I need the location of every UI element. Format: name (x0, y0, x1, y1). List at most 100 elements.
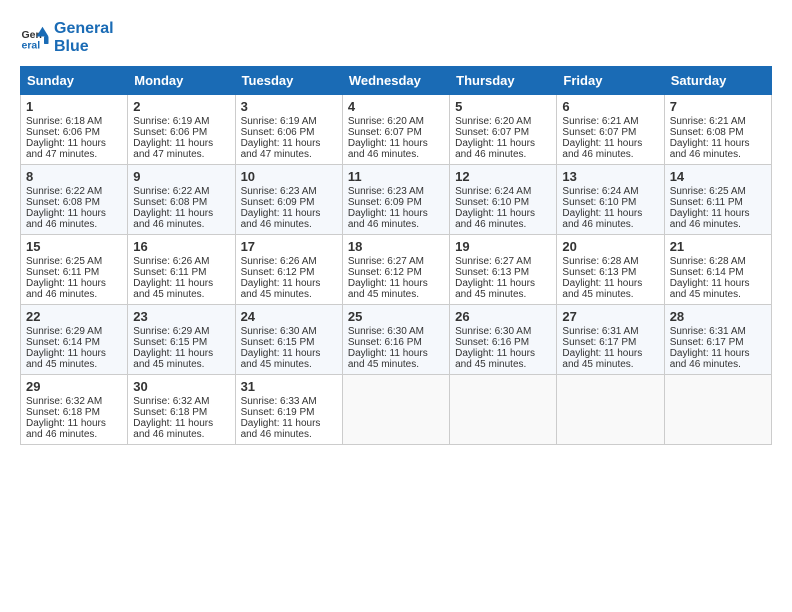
daylight-text: Daylight: 11 hours and 46 minutes. (670, 138, 750, 160)
calendar-cell: 10Sunrise: 6:23 AMSunset: 6:09 PMDayligh… (235, 165, 342, 235)
sunset-text: Sunset: 6:12 PM (241, 267, 315, 278)
logo-text-line1: General (54, 20, 114, 38)
daylight-text: Daylight: 11 hours and 46 minutes. (26, 418, 106, 440)
day-number: 8 (26, 169, 122, 184)
sunrise-text: Sunrise: 6:19 AM (133, 116, 209, 127)
sunset-text: Sunset: 6:06 PM (241, 127, 315, 138)
logo: Gen eral General Blue (20, 20, 114, 56)
day-number: 6 (562, 99, 658, 114)
calendar-cell: 9Sunrise: 6:22 AMSunset: 6:08 PMDaylight… (128, 165, 235, 235)
sunrise-text: Sunrise: 6:28 AM (670, 256, 746, 267)
daylight-text: Daylight: 11 hours and 46 minutes. (455, 208, 535, 230)
calendar-cell: 20Sunrise: 6:28 AMSunset: 6:13 PMDayligh… (557, 235, 664, 305)
day-number: 7 (670, 99, 766, 114)
sunrise-text: Sunrise: 6:28 AM (562, 256, 638, 267)
sunrise-text: Sunrise: 6:20 AM (455, 116, 531, 127)
sunset-text: Sunset: 6:07 PM (455, 127, 529, 138)
calendar-cell: 16Sunrise: 6:26 AMSunset: 6:11 PMDayligh… (128, 235, 235, 305)
sunset-text: Sunset: 6:15 PM (241, 337, 315, 348)
sunset-text: Sunset: 6:09 PM (241, 197, 315, 208)
sunrise-text: Sunrise: 6:25 AM (670, 186, 746, 197)
calendar-cell: 7 Sunrise: 6:21 AMSunset: 6:08 PMDaylight… (664, 95, 771, 165)
sunrise-text: Sunrise: 6:26 AM (133, 256, 209, 267)
calendar-cell (557, 375, 664, 445)
calendar-cell: 14Sunrise: 6:25 AMSunset: 6:11 PMDayligh… (664, 165, 771, 235)
sunrise-text: Sunrise: 6:26 AM (241, 256, 317, 267)
day-number: 28 (670, 309, 766, 324)
calendar-table: Sunday Monday Tuesday Wednesday Thursday… (20, 66, 772, 445)
calendar-week-row: 8Sunrise: 6:22 AMSunset: 6:08 PMDaylight… (21, 165, 772, 235)
day-number: 2 (133, 99, 229, 114)
daylight-text: Daylight: 11 hours and 45 minutes. (26, 348, 106, 370)
calendar-cell: 17Sunrise: 6:26 AMSunset: 6:12 PMDayligh… (235, 235, 342, 305)
calendar-cell (450, 375, 557, 445)
sunset-text: Sunset: 6:13 PM (562, 267, 636, 278)
day-number: 10 (241, 169, 337, 184)
sunset-text: Sunset: 6:16 PM (348, 337, 422, 348)
daylight-text: Daylight: 11 hours and 45 minutes. (133, 278, 213, 300)
sunset-text: Sunset: 6:07 PM (562, 127, 636, 138)
sunrise-text: Sunrise: 6:32 AM (26, 396, 102, 407)
daylight-text: Daylight: 11 hours and 45 minutes. (455, 278, 535, 300)
sunrise-text: Sunrise: 6:22 AM (133, 186, 209, 197)
col-sunday: Sunday (21, 67, 128, 95)
day-number: 3 (241, 99, 337, 114)
day-number: 1 (26, 99, 122, 114)
sunrise-text: Sunrise: 6:32 AM (133, 396, 209, 407)
daylight-text: Daylight: 11 hours and 47 minutes. (241, 138, 321, 160)
day-number: 24 (241, 309, 337, 324)
sunrise-text: Sunrise: 6:18 AM (26, 116, 102, 127)
calendar-cell: 19Sunrise: 6:27 AMSunset: 6:13 PMDayligh… (450, 235, 557, 305)
sunset-text: Sunset: 6:08 PM (670, 127, 744, 138)
day-number: 4 (348, 99, 444, 114)
svg-text:eral: eral (22, 40, 41, 52)
sunrise-text: Sunrise: 6:21 AM (562, 116, 638, 127)
day-number: 25 (348, 309, 444, 324)
daylight-text: Daylight: 11 hours and 46 minutes. (26, 278, 106, 300)
day-number: 27 (562, 309, 658, 324)
sunset-text: Sunset: 6:18 PM (26, 407, 100, 418)
calendar-cell: 8Sunrise: 6:22 AMSunset: 6:08 PMDaylight… (21, 165, 128, 235)
daylight-text: Daylight: 11 hours and 45 minutes. (348, 348, 428, 370)
calendar-cell: 23Sunrise: 6:29 AMSunset: 6:15 PMDayligh… (128, 305, 235, 375)
col-tuesday: Tuesday (235, 67, 342, 95)
calendar-header-row: Sunday Monday Tuesday Wednesday Thursday… (21, 67, 772, 95)
col-thursday: Thursday (450, 67, 557, 95)
calendar-cell: 5Sunrise: 6:20 AMSunset: 6:07 PMDaylight… (450, 95, 557, 165)
calendar-cell: 31Sunrise: 6:33 AMSunset: 6:19 PMDayligh… (235, 375, 342, 445)
daylight-text: Daylight: 11 hours and 46 minutes. (241, 418, 321, 440)
daylight-text: Daylight: 11 hours and 46 minutes. (348, 138, 428, 160)
daylight-text: Daylight: 11 hours and 45 minutes. (670, 278, 750, 300)
daylight-text: Daylight: 11 hours and 45 minutes. (241, 278, 321, 300)
daylight-text: Daylight: 11 hours and 45 minutes. (562, 348, 642, 370)
calendar-cell: 24Sunrise: 6:30 AMSunset: 6:15 PMDayligh… (235, 305, 342, 375)
calendar-cell (664, 375, 771, 445)
sunrise-text: Sunrise: 6:19 AM (241, 116, 317, 127)
sunset-text: Sunset: 6:14 PM (26, 337, 100, 348)
daylight-text: Daylight: 11 hours and 46 minutes. (348, 208, 428, 230)
sunrise-text: Sunrise: 6:25 AM (26, 256, 102, 267)
daylight-text: Daylight: 11 hours and 47 minutes. (26, 138, 106, 160)
sunrise-text: Sunrise: 6:27 AM (455, 256, 531, 267)
sunrise-text: Sunrise: 6:29 AM (26, 326, 102, 337)
day-number: 19 (455, 239, 551, 254)
sunrise-text: Sunrise: 6:21 AM (670, 116, 746, 127)
col-wednesday: Wednesday (342, 67, 449, 95)
col-monday: Monday (128, 67, 235, 95)
sunset-text: Sunset: 6:11 PM (26, 267, 99, 278)
sunrise-text: Sunrise: 6:30 AM (241, 326, 317, 337)
calendar-cell: 12Sunrise: 6:24 AMSunset: 6:10 PMDayligh… (450, 165, 557, 235)
sunset-text: Sunset: 6:14 PM (670, 267, 744, 278)
day-number: 18 (348, 239, 444, 254)
daylight-text: Daylight: 11 hours and 45 minutes. (133, 348, 213, 370)
calendar-cell: 4Sunrise: 6:20 AMSunset: 6:07 PMDaylight… (342, 95, 449, 165)
sunrise-text: Sunrise: 6:33 AM (241, 396, 317, 407)
sunrise-text: Sunrise: 6:24 AM (455, 186, 531, 197)
col-saturday: Saturday (664, 67, 771, 95)
sunrise-text: Sunrise: 6:24 AM (562, 186, 638, 197)
daylight-text: Daylight: 11 hours and 46 minutes. (133, 208, 213, 230)
day-number: 21 (670, 239, 766, 254)
day-number: 9 (133, 169, 229, 184)
calendar-cell: 26Sunrise: 6:30 AMSunset: 6:16 PMDayligh… (450, 305, 557, 375)
day-number: 29 (26, 379, 122, 394)
